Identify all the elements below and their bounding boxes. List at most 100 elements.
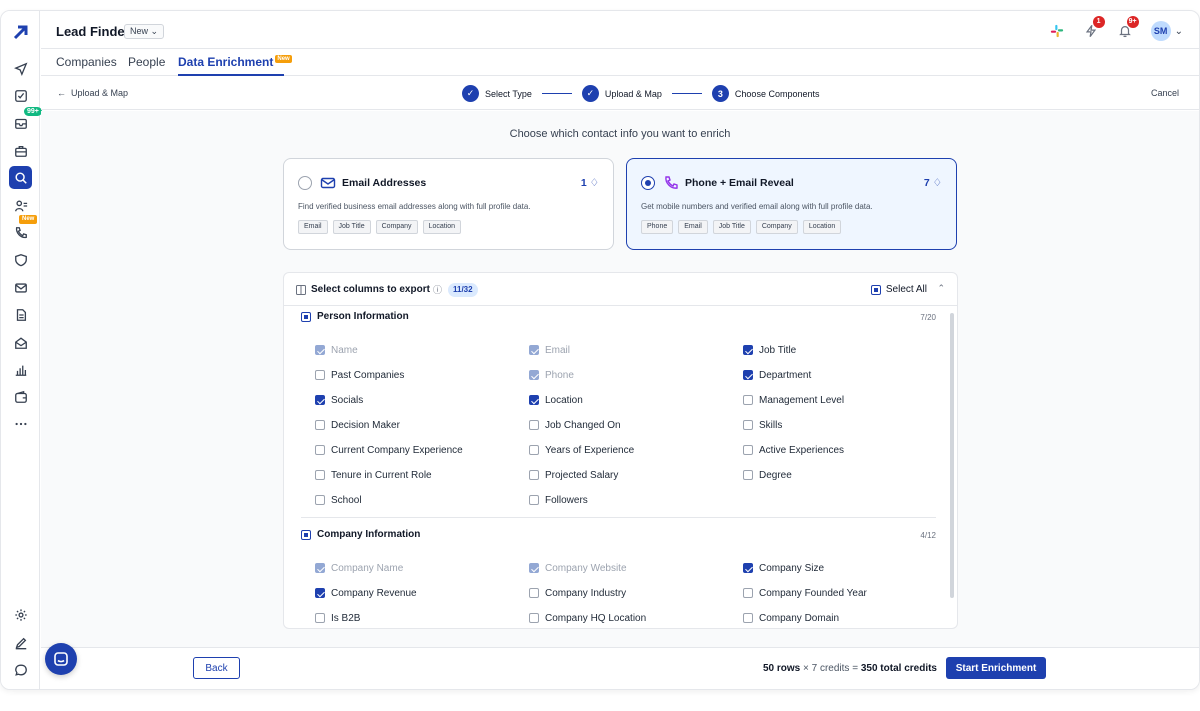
column-label: Followers bbox=[545, 494, 588, 506]
version-dropdown[interactable]: New ⌄ bbox=[124, 24, 165, 39]
inbox-icon[interactable]: 99+ bbox=[9, 107, 42, 134]
slack-icon[interactable] bbox=[1049, 23, 1065, 39]
column-checkbox[interactable] bbox=[529, 420, 539, 430]
document-icon[interactable] bbox=[9, 303, 32, 326]
column-option[interactable]: Company Industry bbox=[529, 586, 743, 600]
equals-sign: = bbox=[852, 663, 859, 674]
column-checkbox[interactable] bbox=[529, 470, 539, 480]
column-option[interactable]: Years of Experience bbox=[529, 443, 743, 457]
section-checkbox[interactable] bbox=[301, 529, 311, 540]
column-checkbox[interactable] bbox=[743, 345, 753, 355]
column-option[interactable]: Projected Salary bbox=[529, 468, 743, 482]
column-checkbox[interactable] bbox=[529, 588, 539, 598]
radio-email-addresses[interactable] bbox=[298, 176, 312, 190]
tab-companies[interactable]: Companies bbox=[56, 55, 117, 69]
column-option[interactable]: Management Level bbox=[743, 393, 940, 407]
column-checkbox[interactable] bbox=[743, 395, 753, 405]
stepper: ✓ Select Type ✓ Upload & Map 3 Choose Co… bbox=[462, 85, 819, 102]
edit-icon[interactable] bbox=[9, 631, 32, 654]
column-checkbox[interactable] bbox=[315, 588, 325, 598]
column-checkbox[interactable] bbox=[529, 613, 539, 623]
column-option[interactable]: Decision Maker bbox=[315, 418, 529, 432]
search-icon[interactable] bbox=[9, 166, 32, 189]
column-option[interactable]: Company Founded Year bbox=[743, 586, 940, 600]
column-option[interactable]: Skills bbox=[743, 418, 940, 432]
column-option[interactable]: Degree bbox=[743, 468, 940, 482]
send-icon[interactable] bbox=[9, 57, 32, 80]
chevron-up-icon[interactable]: ⌃ bbox=[937, 283, 945, 294]
settings-icon[interactable] bbox=[9, 603, 32, 626]
mail-open-icon[interactable] bbox=[9, 331, 32, 354]
column-checkbox[interactable] bbox=[315, 420, 325, 430]
tab-data-enrichment[interactable]: Data Enrichment New bbox=[178, 55, 292, 69]
chip-list: Phone Email Job Title Company Location bbox=[641, 220, 842, 234]
back-link[interactable]: ← Upload & Map bbox=[57, 88, 128, 98]
column-checkbox[interactable] bbox=[529, 445, 539, 455]
card-phone-email-reveal[interactable]: Phone + Email Reveal 7 ♢ Get mobile numb… bbox=[626, 158, 957, 250]
wallet-icon[interactable] bbox=[9, 385, 32, 408]
column-option[interactable]: Active Experiences bbox=[743, 443, 940, 457]
column-option[interactable]: Current Company Experience bbox=[315, 443, 529, 457]
bar-chart-icon[interactable] bbox=[9, 358, 32, 381]
info-icon[interactable]: ⓘ bbox=[433, 283, 442, 296]
briefcase-icon[interactable] bbox=[9, 139, 32, 162]
column-option[interactable]: Company HQ Location bbox=[529, 611, 743, 625]
column-option[interactable]: Company Size bbox=[743, 561, 940, 575]
column-checkbox[interactable] bbox=[315, 495, 325, 505]
column-option[interactable]: Socials bbox=[315, 393, 529, 407]
start-enrichment-button[interactable]: Start Enrichment bbox=[946, 657, 1046, 679]
column-option[interactable]: Company Domain bbox=[743, 611, 940, 625]
column-option[interactable]: Job Changed On bbox=[529, 418, 743, 432]
section-checkbox[interactable] bbox=[301, 311, 311, 322]
column-option[interactable]: Company Revenue bbox=[315, 586, 529, 600]
column-checkbox[interactable] bbox=[743, 563, 753, 573]
column-option[interactable]: Is B2B bbox=[315, 611, 529, 625]
column-option[interactable]: Followers bbox=[529, 493, 743, 507]
chat-icon[interactable] bbox=[9, 658, 32, 681]
column-option[interactable]: School bbox=[315, 493, 529, 507]
cancel-link[interactable]: Cancel bbox=[1151, 88, 1179, 98]
bell-icon[interactable]: 9+ bbox=[1117, 16, 1139, 39]
main-content: Choose which contact info you want to en… bbox=[41, 111, 1199, 647]
column-checkbox bbox=[529, 345, 539, 355]
more-icon[interactable] bbox=[9, 412, 32, 435]
column-checkbox[interactable] bbox=[315, 613, 325, 623]
column-checkbox[interactable] bbox=[743, 588, 753, 598]
chat-launcher-button[interactable] bbox=[45, 643, 77, 675]
shield-icon[interactable] bbox=[9, 248, 32, 271]
column-checkbox[interactable] bbox=[529, 495, 539, 505]
column-checkbox[interactable] bbox=[315, 370, 325, 380]
column-option[interactable]: Tenure in Current Role bbox=[315, 468, 529, 482]
users-icon[interactable] bbox=[9, 194, 32, 217]
column-checkbox[interactable] bbox=[743, 470, 753, 480]
phone-icon[interactable]: New bbox=[9, 215, 38, 244]
back-button[interactable]: Back bbox=[193, 657, 240, 679]
column-option[interactable]: Location bbox=[529, 393, 743, 407]
avatar[interactable]: SM bbox=[1150, 21, 1171, 41]
column-checkbox[interactable] bbox=[315, 470, 325, 480]
column-option[interactable]: Job Title bbox=[743, 343, 940, 357]
column-checkbox[interactable] bbox=[315, 395, 325, 405]
column-option[interactable]: Past Companies bbox=[315, 368, 529, 382]
column-checkbox[interactable] bbox=[315, 445, 325, 455]
column-checkbox[interactable] bbox=[743, 445, 753, 455]
tab-people[interactable]: People bbox=[128, 55, 165, 69]
column-checkbox[interactable] bbox=[743, 370, 753, 380]
card-email-addresses[interactable]: Email Addresses 1 ♢ Find verified busine… bbox=[283, 158, 614, 250]
radio-phone-email-reveal[interactable] bbox=[641, 176, 655, 190]
check-square-icon[interactable] bbox=[9, 84, 32, 107]
section-person-information[interactable]: Person Information bbox=[301, 311, 409, 322]
scrollbar[interactable] bbox=[950, 313, 954, 598]
column-option[interactable]: Department bbox=[743, 368, 940, 382]
logo-icon[interactable] bbox=[12, 23, 30, 41]
select-all-checkbox[interactable] bbox=[870, 284, 881, 295]
section-company-information[interactable]: Company Information bbox=[301, 529, 420, 540]
column-label: Projected Salary bbox=[545, 469, 619, 481]
lightning-icon[interactable]: 1 bbox=[1083, 16, 1105, 39]
select-all[interactable]: Select All bbox=[870, 284, 927, 295]
column-checkbox[interactable] bbox=[529, 395, 539, 405]
chevron-down-icon[interactable]: ⌄ bbox=[1175, 26, 1183, 37]
column-checkbox[interactable] bbox=[743, 420, 753, 430]
mail-icon[interactable] bbox=[9, 276, 32, 299]
column-checkbox[interactable] bbox=[743, 613, 753, 623]
